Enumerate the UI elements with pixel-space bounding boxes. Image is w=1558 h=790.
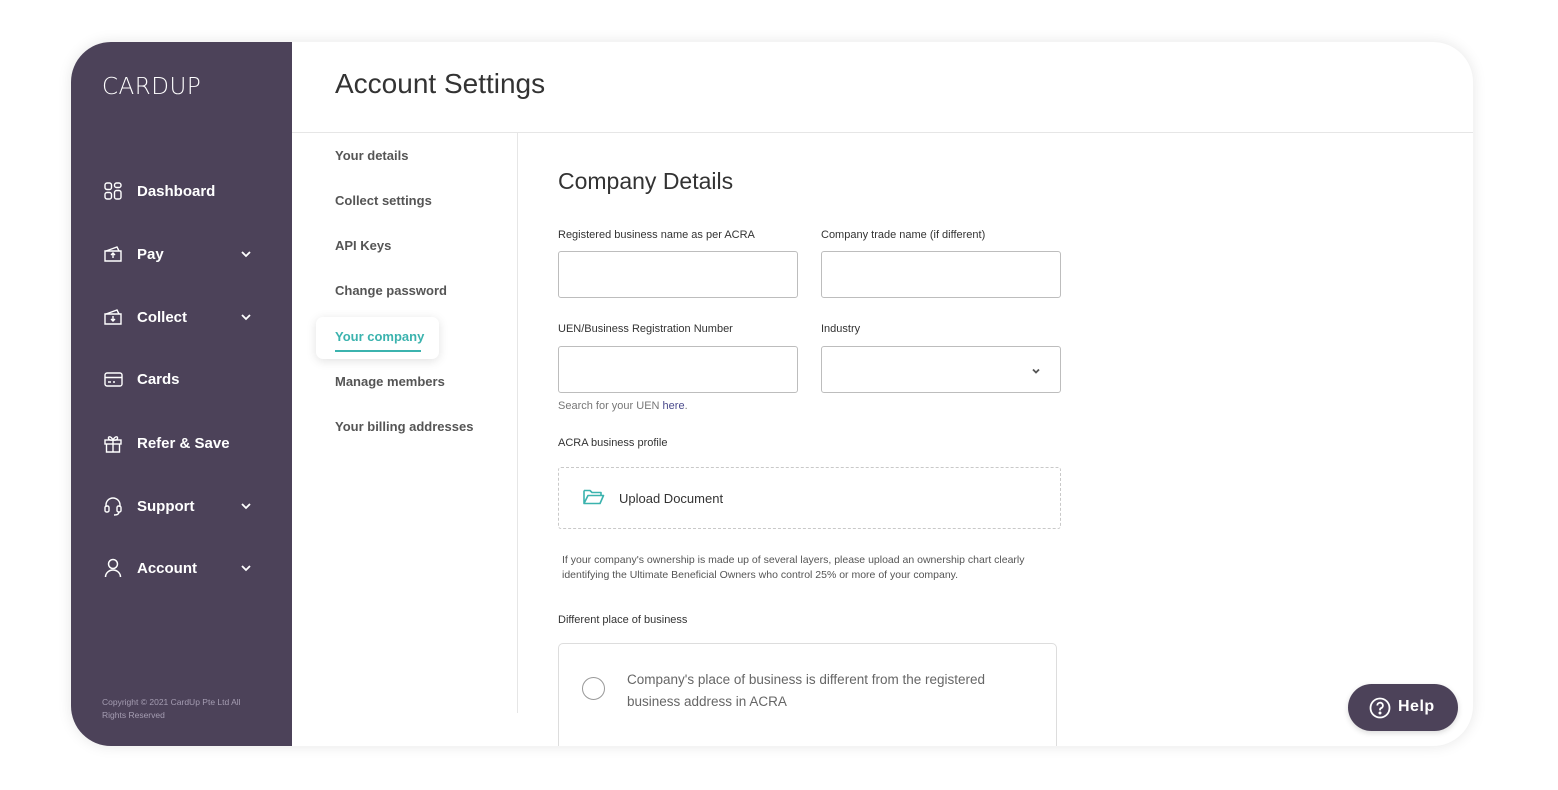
subnav-your-company[interactable]: Your company [316, 317, 439, 359]
radio-button[interactable] [582, 677, 605, 700]
sidebar-item-label: Refer & Save [137, 434, 230, 452]
app-window: CARDUP Dashboard Pay Collect Cards Refer… [71, 42, 1473, 746]
pay-icon [102, 243, 124, 265]
sidebar-item-label: Collect [137, 308, 188, 326]
trade-name-input[interactable] [821, 251, 1061, 298]
active-underline [335, 350, 421, 352]
uen-search-link[interactable]: here [663, 400, 685, 412]
chevron-down-icon[interactable] [239, 310, 253, 324]
uen-input[interactable] [558, 346, 798, 393]
sidebar-item-label: Support [137, 497, 195, 515]
help-button[interactable]: Help [1348, 684, 1458, 731]
help-label: Help [1398, 698, 1435, 715]
header-divider [292, 132, 1473, 133]
subnav-manage-members[interactable]: Manage members [335, 374, 445, 389]
headset-icon [102, 495, 124, 517]
registered-name-label: Registered business name as per ACRA [558, 229, 755, 241]
collect-icon [102, 306, 124, 328]
sidebar-item-support[interactable]: Support [71, 486, 292, 526]
sidebar-item-cards[interactable]: Cards [71, 359, 292, 399]
sidebar-item-collect[interactable]: Collect [71, 297, 292, 337]
different-place-label: Different place of business [558, 614, 688, 626]
chevron-down-icon[interactable] [239, 247, 253, 261]
subnav-billing-addresses[interactable]: Your billing addresses [335, 419, 473, 434]
sidebar: CARDUP Dashboard Pay Collect Cards Refer… [71, 42, 292, 746]
question-circle-icon [1369, 697, 1391, 719]
page-title: Account Settings [335, 68, 546, 99]
acra-profile-label: ACRA business profile [558, 437, 668, 449]
uen-label: UEN/Business Registration Number [558, 323, 733, 335]
card-icon [102, 368, 124, 390]
industry-label: Industry [821, 323, 861, 335]
section-title: Company Details [558, 168, 734, 194]
sidebar-item-account[interactable]: Account [71, 548, 292, 588]
folder-icon [583, 488, 605, 508]
upload-document-dropzone[interactable]: Upload Document [558, 467, 1061, 529]
sidebar-item-label: Pay [137, 245, 164, 263]
subnav-change-password[interactable]: Change password [335, 283, 447, 298]
sidebar-item-dashboard[interactable]: Dashboard [71, 171, 292, 211]
sidebar-item-refer-save[interactable]: Refer & Save [71, 423, 292, 463]
user-icon [102, 557, 124, 579]
sidebar-item-label: Cards [137, 370, 180, 388]
gift-icon [102, 432, 124, 454]
chevron-down-icon[interactable] [239, 561, 253, 575]
sidebar-item-label: Dashboard [137, 182, 216, 200]
subnav-label: Your company [335, 329, 425, 344]
subnav-api-keys[interactable]: API Keys [335, 238, 391, 253]
industry-select[interactable] [821, 346, 1061, 393]
uen-hint: Search for your UEN here. [558, 400, 688, 412]
subnav-divider [517, 133, 518, 713]
trade-name-label: Company trade name (if different) [821, 229, 986, 241]
ownership-note: If your company's ownership is made up o… [562, 554, 1025, 581]
different-place-option-text: Company's place of business is different… [627, 672, 986, 709]
cardup-logo[interactable]: CARDUP [102, 74, 201, 100]
subnav-collect-settings[interactable]: Collect settings [335, 193, 432, 208]
sidebar-item-label: Account [137, 559, 197, 577]
dashboard-grid-icon [102, 180, 124, 202]
different-place-option[interactable]: Company's place of business is different… [558, 643, 1057, 746]
upload-document-label: Upload Document [619, 491, 724, 506]
copyright-text: Copyright © 2021 CardUp Pte Ltd All Righ… [102, 697, 241, 720]
chevron-down-icon[interactable] [239, 499, 253, 513]
subnav-your-details[interactable]: Your details [335, 148, 408, 163]
registered-name-input[interactable] [558, 251, 798, 298]
sidebar-item-pay[interactable]: Pay [71, 234, 292, 274]
chevron-down-icon [1030, 364, 1042, 376]
